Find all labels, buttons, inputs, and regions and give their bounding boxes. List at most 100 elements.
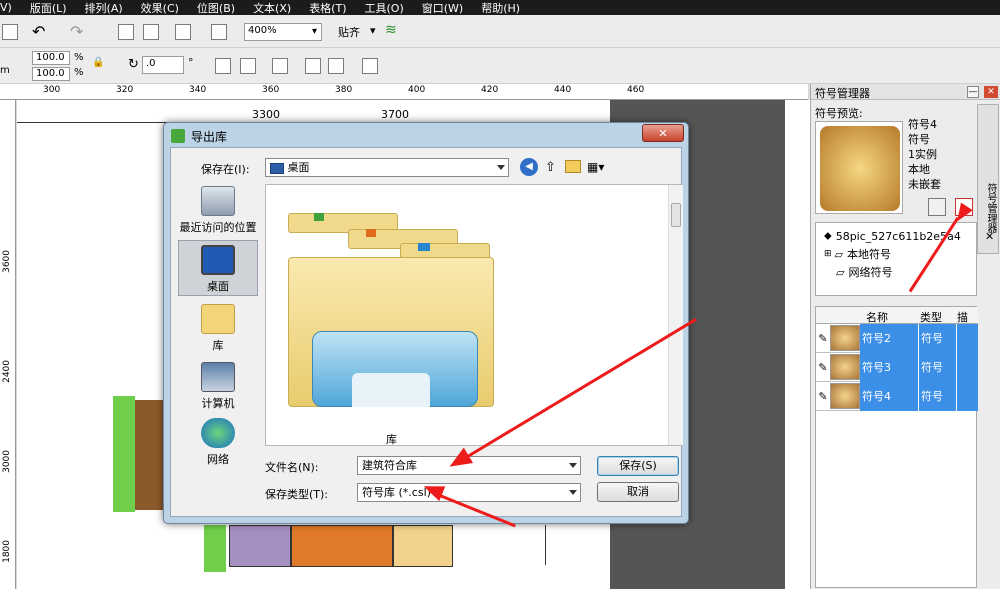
table-row[interactable]: ✎ 符号3 符号 bbox=[816, 352, 978, 382]
symbol-info-line: 1实例 bbox=[908, 148, 937, 161]
save-button[interactable]: 保存(S) bbox=[597, 456, 679, 476]
symbol-info-line: 符号4 bbox=[908, 118, 937, 131]
new-folder-icon[interactable] bbox=[565, 160, 581, 173]
options-icon[interactable]: ≋ bbox=[385, 22, 397, 38]
wall-block bbox=[204, 525, 226, 572]
lock-ratio-icon[interactable]: 🔒 bbox=[92, 57, 104, 68]
symbol-name: 符号4 bbox=[860, 381, 918, 411]
ruler-label: 420 bbox=[481, 85, 499, 95]
publish-icon[interactable] bbox=[175, 24, 191, 40]
symbol-type: 符号 bbox=[918, 352, 956, 382]
mirror-vertical-icon[interactable] bbox=[240, 58, 256, 74]
table-row[interactable]: ✎ 符号4 符号 bbox=[816, 381, 978, 411]
places-bar: 最近访问的位置 桌面 库 计算机 网络 bbox=[175, 182, 261, 512]
menu-item[interactable]: 帮助(H) bbox=[481, 0, 520, 16]
place-computer[interactable]: 计算机 bbox=[178, 362, 258, 411]
scale-width-field[interactable]: 100.0 bbox=[32, 51, 70, 65]
menu-item[interactable]: 排列(A) bbox=[85, 0, 123, 16]
view-menu-icon[interactable]: ▦▾ bbox=[587, 160, 604, 174]
symbol-table: 名称 类型 描 ✎ 符号2 符号 ✎ 符号3 符号 ✎ 符号4 符号 bbox=[815, 306, 978, 588]
export-icon[interactable] bbox=[143, 24, 159, 40]
ruler-label: 460 bbox=[627, 85, 645, 95]
dialog-app-icon bbox=[171, 129, 185, 143]
place-network[interactable]: 网络 bbox=[178, 418, 258, 467]
up-folder-icon[interactable]: ⇧ bbox=[545, 160, 556, 175]
edit-pencil-icon[interactable]: ✎ bbox=[816, 390, 830, 403]
import-icon[interactable] bbox=[118, 24, 134, 40]
menu-item[interactable]: 工具(O) bbox=[365, 0, 404, 16]
wall-line bbox=[545, 525, 546, 565]
menu-item[interactable]: 位图(B) bbox=[197, 0, 235, 16]
close-tab-icon[interactable]: ✕ bbox=[985, 230, 994, 243]
menu-item[interactable]: 文本(X) bbox=[253, 0, 291, 16]
libraries-icon bbox=[201, 304, 235, 334]
close-docker-button[interactable]: ✕ bbox=[984, 86, 998, 98]
snap-dropdown-icon[interactable]: ▾ bbox=[370, 24, 376, 37]
cancel-button[interactable]: 取消 bbox=[597, 482, 679, 502]
computer-icon bbox=[201, 362, 235, 392]
ruler-label: 400 bbox=[408, 85, 426, 95]
menu-item[interactable]: 效果(C) bbox=[141, 0, 179, 16]
ruler-label: 320 bbox=[116, 85, 134, 95]
group-icon[interactable] bbox=[305, 58, 321, 74]
ruler-label: 3000 bbox=[2, 450, 12, 473]
side-tab-label: 符号管理器 bbox=[985, 183, 996, 233]
standard-toolbar: ↶ ↷ 400% ▾ 贴齐 ▾ ≋ bbox=[0, 15, 1000, 48]
menu-item[interactable]: V) bbox=[0, 1, 12, 14]
zoom-select[interactable]: 400% ▾ bbox=[244, 23, 322, 41]
tree-item-file[interactable]: ⬥ 58pic_527c611b2e5a4 bbox=[824, 227, 976, 245]
app-launcher-icon[interactable] bbox=[211, 24, 227, 40]
edit-pencil-icon[interactable]: ✎ bbox=[816, 332, 830, 345]
redo-icon[interactable]: ↷ bbox=[70, 22, 83, 41]
dimension-label: 3300 bbox=[252, 108, 280, 121]
convert-icon[interactable] bbox=[362, 58, 378, 74]
save-in-select[interactable]: 桌面 bbox=[265, 158, 509, 177]
symbol-manager-docker: 符号管理器 — ✕ 符号预览: 符号4 符号 1实例 本地 未嵌套 ⬥ 58pic_527… bbox=[810, 84, 1000, 589]
file-item-label[interactable]: 库 bbox=[386, 431, 397, 447]
symbol-insert-icon[interactable] bbox=[928, 198, 946, 216]
dimension-label: 3700 bbox=[381, 108, 409, 121]
rotate-icon: ↻ bbox=[128, 57, 139, 72]
scrollbar[interactable] bbox=[668, 185, 683, 445]
ungroup-icon[interactable] bbox=[328, 58, 344, 74]
symbol-info-line: 符号 bbox=[908, 133, 930, 146]
symbol-type: 符号 bbox=[918, 323, 956, 353]
filetype-select[interactable]: 符号库 (*.csl) bbox=[357, 483, 581, 502]
tree-item-local[interactable]: ⊞ ▱ 本地符号 bbox=[824, 245, 976, 263]
file-list[interactable]: 库 bbox=[265, 184, 683, 446]
scrollbar-thumb[interactable] bbox=[671, 203, 681, 227]
ruler-label: 2400 bbox=[2, 360, 12, 383]
export-library-dialog: 导出库 ✕ 保存在(I): 桌面 ◀ ⇧ ▦▾ 最近访问的位置 桌面 库 计算机… bbox=[163, 122, 689, 524]
rotation-angle-field[interactable]: .0 bbox=[142, 56, 184, 74]
scale-height-field[interactable]: 100.0 bbox=[32, 67, 70, 81]
place-recent[interactable]: 最近访问的位置 bbox=[178, 186, 258, 235]
save-in-label: 保存在(I): bbox=[201, 163, 250, 176]
room-yellow bbox=[393, 525, 453, 567]
menu-item[interactable]: 窗口(W) bbox=[422, 0, 463, 16]
desktop-icon bbox=[201, 245, 235, 275]
menu-item[interactable]: 表格(T) bbox=[309, 0, 346, 16]
menu-bar: V) 版面(L) 排列(A) 效果(C) 位图(B) 文本(X) 表格(T) 工具(O) 窗口(… bbox=[0, 0, 1000, 15]
snap-to-menu[interactable]: 贴齐 bbox=[338, 24, 360, 40]
back-icon[interactable]: ◀ bbox=[520, 158, 538, 176]
edit-pencil-icon[interactable]: ✎ bbox=[816, 361, 830, 374]
symbol-desc bbox=[956, 352, 978, 382]
units-label: m bbox=[0, 65, 10, 76]
preview-label: 符号预览: bbox=[815, 107, 863, 120]
place-desktop[interactable]: 桌面 bbox=[178, 240, 258, 296]
align-icon[interactable] bbox=[272, 58, 288, 74]
minimize-button[interactable]: — bbox=[967, 86, 979, 98]
table-row[interactable]: ✎ 符号2 符号 bbox=[816, 323, 978, 353]
close-button[interactable]: ✕ bbox=[642, 124, 684, 142]
symbol-thumbnail bbox=[830, 383, 860, 409]
paste-icon[interactable] bbox=[2, 24, 18, 40]
wall-block bbox=[113, 396, 135, 512]
mirror-horizontal-icon[interactable] bbox=[215, 58, 231, 74]
percent-label: % bbox=[74, 52, 84, 63]
menu-item[interactable]: 版面(L) bbox=[30, 0, 67, 16]
libraries-folder-icon[interactable] bbox=[288, 203, 498, 407]
expand-icon[interactable]: ⊞ bbox=[824, 249, 832, 259]
undo-icon[interactable]: ↶ bbox=[32, 22, 45, 41]
place-libraries[interactable]: 库 bbox=[178, 304, 258, 353]
tree-item-network[interactable]: ▱ 网络符号 bbox=[824, 263, 976, 281]
